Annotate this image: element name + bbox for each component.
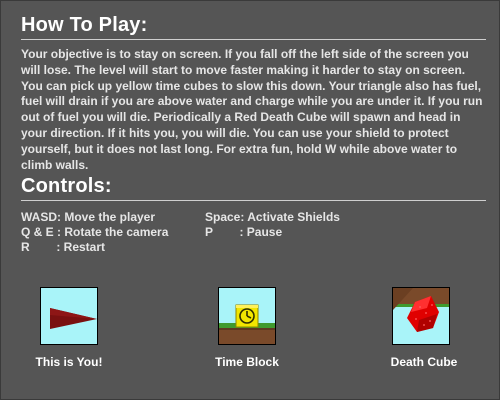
player-caption: This is You!: [35, 355, 103, 369]
death-cube-caption: Death Cube: [390, 355, 458, 369]
control-pause: P : Pause: [205, 225, 283, 239]
player-triangle-icon: [50, 308, 97, 329]
control-shields: Space: Activate Shields: [205, 210, 340, 224]
controls-heading: Controls:: [21, 175, 112, 197]
time-block-caption: Time Block: [215, 355, 279, 369]
instructions-text: Your objective is to stay on screen. If …: [21, 47, 483, 172]
control-restart: R : Restart: [21, 240, 106, 254]
player-tile: [40, 287, 98, 345]
death-cube-icon: [393, 288, 449, 332]
control-camera: Q & E : Rotate the camera: [21, 225, 169, 239]
time-block-icon: [219, 304, 275, 344]
control-move: WASD: Move the player: [21, 210, 156, 224]
time-block-tile: [218, 287, 276, 345]
death-cube-tile: [392, 287, 450, 345]
controls-divider: [21, 200, 486, 201]
heading-divider: [21, 39, 486, 40]
how-to-play-heading: How To Play:: [21, 14, 148, 36]
how-to-play-panel: How To Play: Your objective is to stay o…: [0, 0, 500, 400]
